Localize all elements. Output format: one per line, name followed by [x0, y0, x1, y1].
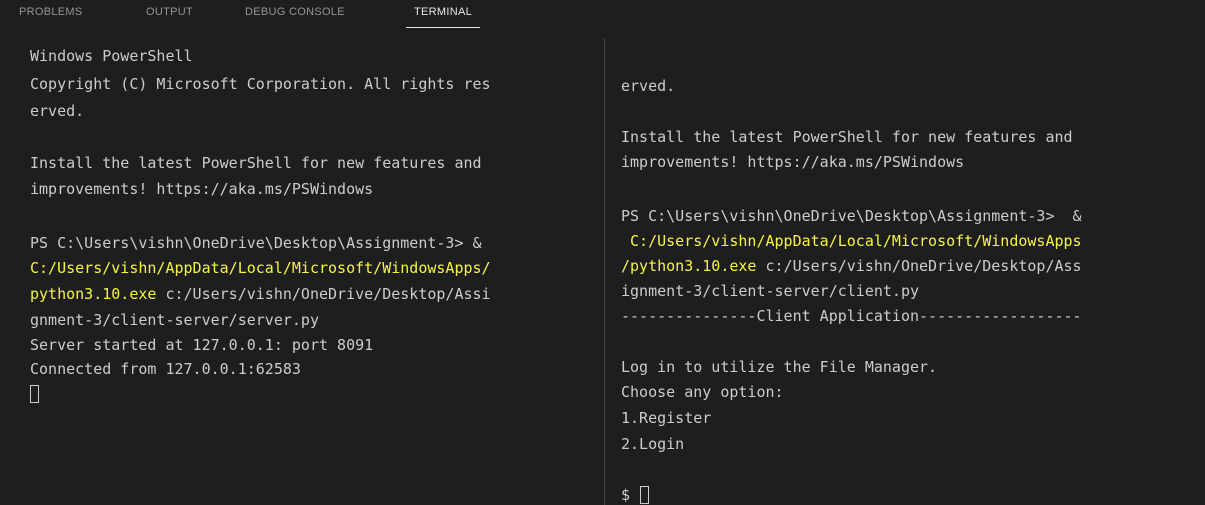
- terminal-line: ---------------Client Application-------…: [621, 307, 1082, 325]
- terminal-line: improvements! https://aka.ms/PSWindows: [621, 153, 965, 171]
- terminal-line: ignment-3/client-server/client.py: [621, 282, 920, 300]
- terminal-line-highlight: C:/Users/vishn/AppData/Local/Microsoft/W…: [30, 259, 491, 277]
- terminal-left-pane[interactable]: Windows PowerShell Copyright (C) Microso…: [0, 34, 600, 505]
- tab-terminal[interactable]: TERMINAL: [406, 5, 481, 28]
- tab-debug-console[interactable]: DEBUG CONSOLE: [245, 5, 345, 19]
- terminal-line: PS C:\Users\vishn\OneDrive\Desktop\Assig…: [621, 207, 1082, 225]
- terminal-line: PS C:\Users\vishn\OneDrive\Desktop\Assig…: [30, 234, 482, 252]
- terminal-line: erved.: [621, 77, 676, 95]
- terminal-right-pane[interactable]: erved. Install the latest PowerShell for…: [607, 34, 1205, 505]
- terminal-line: Connected from 127.0.0.1:62583: [30, 360, 301, 378]
- terminal-line-highlight: C:/Users/vishn/AppData/Local/Microsoft/W…: [621, 232, 1082, 250]
- terminal-cursor: [640, 486, 649, 504]
- terminal-exe-name: /python3.10.exe: [621, 257, 757, 275]
- terminal-line: Copyright (C) Microsoft Corporation. All…: [30, 75, 491, 93]
- terminal-line: erved.: [30, 102, 85, 120]
- terminal-line: /python3.10.exe c:/Users/vishn/OneDrive/…: [621, 257, 1082, 275]
- terminal-line: Log in to utilize the File Manager.: [621, 358, 938, 376]
- panel-tab-bar: PROBLEMS OUTPUT DEBUG CONSOLE TERMINAL: [0, 0, 1205, 34]
- terminal-line: python3.10.exe c:/Users/vishn/OneDrive/D…: [30, 285, 491, 303]
- terminal-line: gnment-3/client-server/server.py: [30, 311, 319, 329]
- tab-problems[interactable]: PROBLEMS: [19, 5, 83, 19]
- terminal-line: 2.Login: [621, 435, 685, 453]
- terminal-line: Choose any option:: [621, 383, 784, 401]
- terminal-exe-name: python3.10.exe: [30, 285, 157, 303]
- terminal-line: Install the latest PowerShell for new fe…: [621, 128, 1073, 146]
- terminal-prompt: $: [621, 486, 640, 504]
- active-tab-indicator: [406, 27, 481, 28]
- terminal-line: 1.Register: [621, 409, 712, 427]
- terminal-line: Install the latest PowerShell for new fe…: [30, 154, 482, 172]
- split-divider[interactable]: [604, 38, 605, 505]
- terminal-cursor: [30, 385, 39, 403]
- terminal-path-text: c:/Users/vishn/OneDrive/Desktop/Assi: [156, 285, 491, 303]
- terminal-line: Server started at 127.0.0.1: port 8091: [30, 336, 374, 354]
- terminal-path-text: c:/Users/vishn/OneDrive/Desktop/Ass: [756, 257, 1082, 275]
- tab-output[interactable]: OUTPUT: [146, 5, 193, 19]
- terminal-line: Windows PowerShell: [30, 47, 193, 65]
- tab-terminal-label: TERMINAL: [414, 6, 473, 18]
- terminal-line: improvements! https://aka.ms/PSWindows: [30, 180, 374, 198]
